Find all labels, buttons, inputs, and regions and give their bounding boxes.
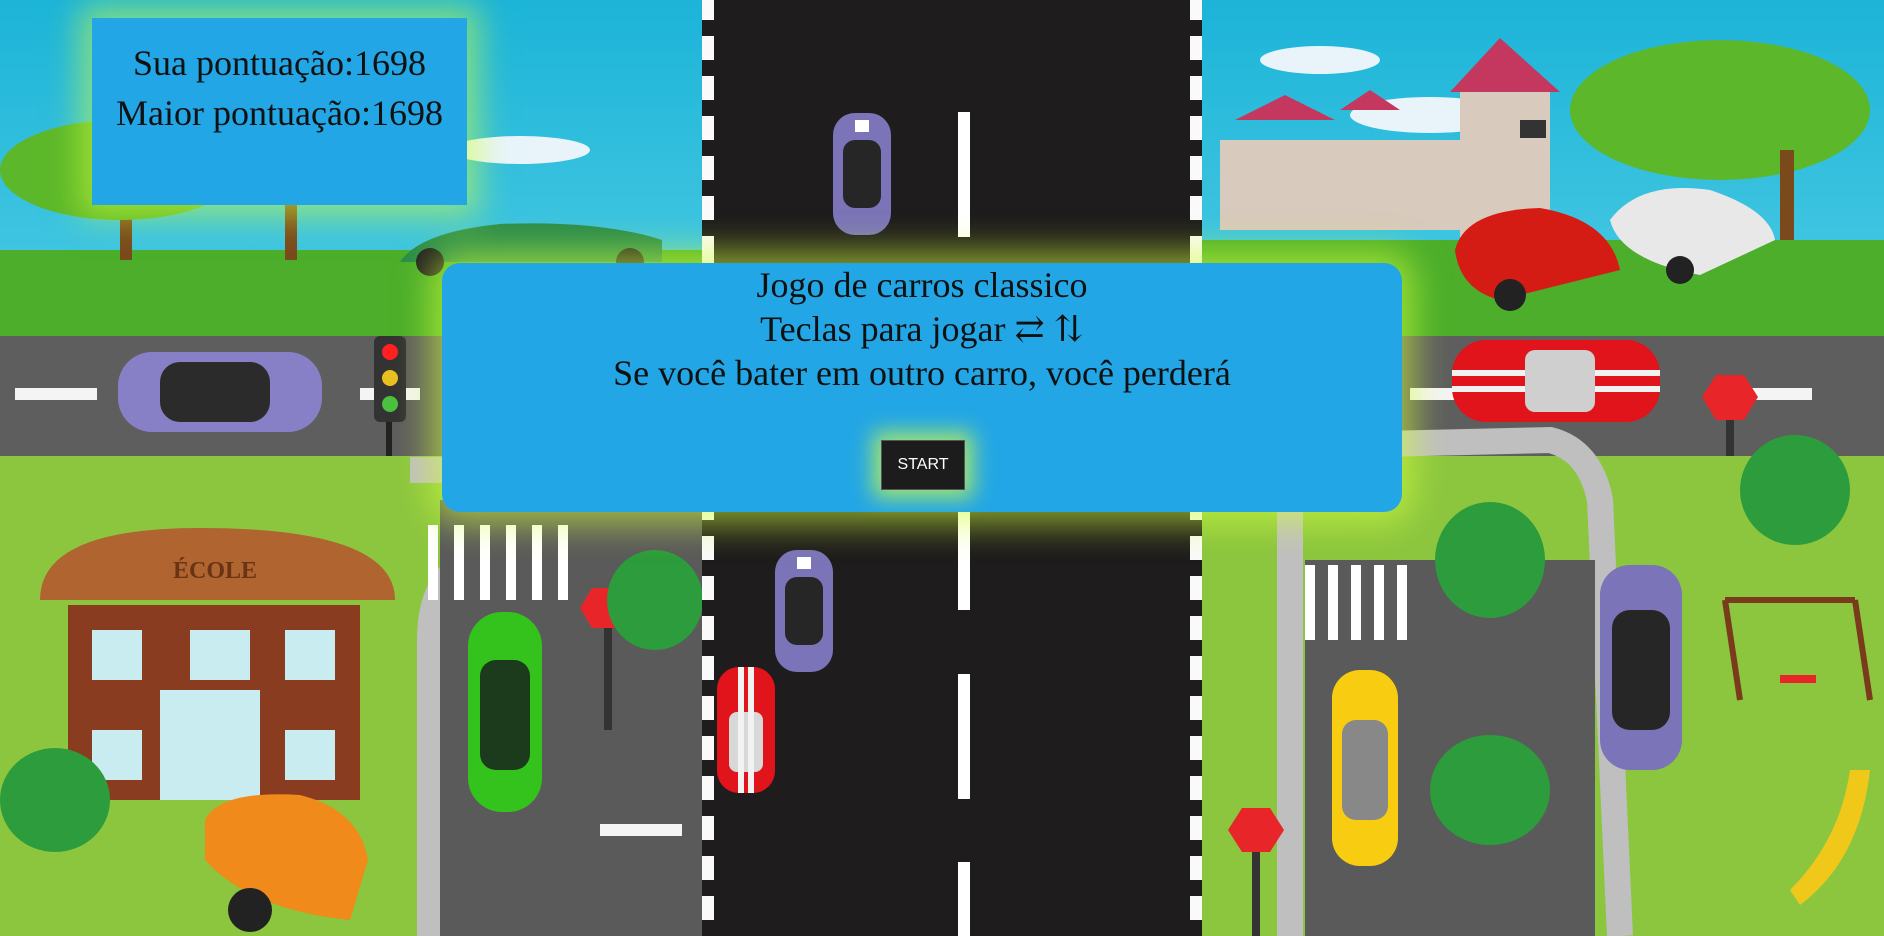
high-score: Maior pontuação:1698: [116, 93, 443, 133]
start-button[interactable]: START: [881, 440, 965, 490]
enemy-car-icon: [118, 352, 322, 432]
school-sign: ÉCOLE: [173, 558, 257, 584]
green-car-icon: [468, 612, 542, 812]
school-building-icon: ÉCOLE: [40, 528, 395, 800]
intro-panel: Jogo de carros classico Teclas para joga…: [442, 263, 1402, 512]
current-score: Sua pontuação:1698: [133, 43, 426, 83]
player-car[interactable]: [717, 667, 775, 793]
controls-hint: Teclas para jogar ⇄ ⇅: [760, 309, 1084, 349]
score-panel: Sua pontuação:1698 Maior pontuação:1698: [92, 18, 467, 205]
enemy-car-icon: [1600, 565, 1682, 770]
game-title: Jogo de carros classico: [756, 265, 1088, 305]
enemy-car: [775, 550, 833, 672]
yellow-car-icon: [1332, 670, 1398, 866]
enemy-car: [833, 113, 891, 235]
warning-text: Se você bater em outro carro, você perde…: [613, 353, 1231, 393]
red-car-icon: [1452, 340, 1660, 422]
